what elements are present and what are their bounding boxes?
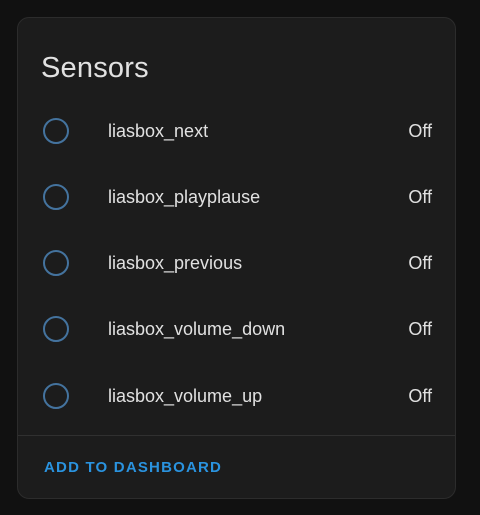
entity-name: liasbox_volume_up — [108, 386, 263, 406]
radiobox-blank-icon — [43, 250, 69, 276]
entity-row-liasbox-playplause[interactable]: liasbox_playplause Off — [18, 177, 455, 217]
entity-row-liasbox-volume-up[interactable]: liasbox_volume_up Off — [18, 376, 455, 416]
entity-row-liasbox-previous[interactable]: liasbox_previous Off — [18, 243, 455, 283]
entity-state: Off — [408, 187, 432, 207]
radiobox-blank-icon — [43, 316, 69, 342]
entity-state: Off — [408, 121, 432, 141]
radiobox-blank-icon — [43, 118, 69, 144]
entity-state: Off — [408, 386, 432, 406]
entity-row-liasbox-next[interactable]: liasbox_next Off — [18, 111, 455, 151]
card-actions-divider — [18, 435, 455, 436]
entity-row-liasbox-volume-down[interactable]: liasbox_volume_down Off — [18, 309, 455, 349]
entity-state: Off — [408, 319, 432, 339]
entity-name: liasbox_volume_down — [108, 319, 286, 339]
add-to-dashboard-button[interactable]: ADD TO DASHBOARD — [36, 450, 230, 486]
entity-name: liasbox_previous — [108, 253, 243, 273]
entity-name: liasbox_playplause — [108, 187, 261, 207]
radiobox-blank-icon — [43, 184, 69, 210]
sensors-card: Sensors liasbox_next Off liasbox_playpla… — [17, 17, 456, 499]
card-title: Sensors — [41, 52, 149, 84]
entity-name: liasbox_next — [108, 121, 209, 141]
radiobox-blank-icon — [43, 383, 69, 409]
entity-state: Off — [408, 253, 432, 273]
